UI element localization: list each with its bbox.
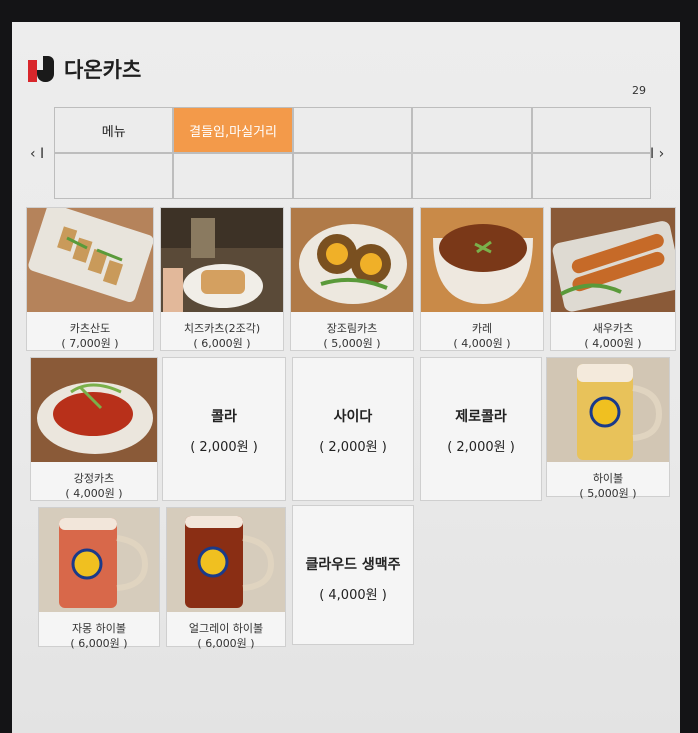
menu-item-price: ( 6,000원 ) — [70, 637, 128, 650]
menu-item-name: 제로콜라 — [455, 409, 507, 425]
menu-card-cider[interactable]: 사이다 ( 2,000원 ) — [292, 357, 414, 501]
katsu-sando-photo-icon — [27, 208, 153, 312]
menu-card-shrimp-katsu[interactable]: 새우카츠 ( 4,000원 ) — [550, 207, 676, 351]
menu-card-cheese-katsu[interactable]: 치즈카츠(2조각) ( 6,000원 ) — [160, 207, 284, 351]
brand-logo-icon — [28, 56, 54, 82]
menu-item-price: ( 5,000원 ) — [579, 487, 637, 500]
shrimp-katsu-photo-icon — [551, 208, 675, 312]
tab-empty[interactable] — [413, 154, 531, 198]
tab-empty[interactable] — [174, 154, 292, 198]
menu-item-name: 새우카츠 — [592, 322, 634, 335]
tab-menu[interactable]: 메뉴 — [55, 108, 173, 152]
menu-card-gangjeong-katsu[interactable]: 강정카츠 ( 4,000원 ) — [30, 357, 158, 501]
menu-item-price: ( 5,000원 ) — [323, 337, 381, 350]
highball-photo-icon — [547, 358, 669, 462]
menu-card-katsu-sando[interactable]: 카츠산도 ( 7,000원 ) — [26, 207, 154, 351]
menu-item-price: ( 2,000원 ) — [190, 440, 258, 455]
menu-item-name: 얼그레이 하이볼 — [188, 622, 264, 635]
tab-empty[interactable] — [293, 108, 412, 152]
menu-grid: 카츠산도 ( 7,000원 ) 치즈카츠(2조각) ( 6,000원 ) 장조림… — [26, 207, 676, 650]
tab-empty[interactable] — [532, 154, 650, 198]
menu-item-price: ( 2,000원 ) — [447, 440, 515, 455]
brand-header: 다온카츠 — [28, 54, 141, 84]
menu-item-name: 카츠산도 — [69, 322, 111, 335]
menu-item-price: ( 6,000원 ) — [193, 337, 251, 350]
gangjeong-katsu-photo-icon — [31, 358, 157, 462]
menu-item-name: 클라우드 생맥주 — [305, 557, 401, 573]
grapefruit-highball-photo-icon — [39, 508, 159, 612]
page-number: 29 — [632, 84, 646, 97]
menu-item-name: 콜라 — [211, 409, 237, 425]
menu-item-name: 카레 — [471, 322, 493, 335]
curry-photo-icon — [421, 208, 543, 312]
menu-item-name: 사이다 — [333, 409, 373, 425]
menu-card-grapefruit-highball[interactable]: 자몽 하이볼 ( 6,000원 ) — [38, 507, 160, 650]
tab-empty[interactable] — [293, 154, 412, 198]
tab-empty[interactable] — [55, 154, 173, 198]
tab-empty[interactable] — [413, 108, 531, 152]
menu-item-price: ( 4,000원 ) — [319, 588, 387, 603]
menu-card-cloud-draft-beer[interactable]: 클라우드 생맥주 ( 4,000원 ) — [292, 505, 414, 645]
menu-item-price: ( 7,000원 ) — [61, 337, 119, 350]
menu-card-curry[interactable]: 카레 ( 4,000원 ) — [420, 207, 544, 351]
menu-item-name: 장조림카츠 — [326, 322, 378, 335]
cheese-katsu-photo-icon — [161, 208, 283, 312]
tab-sides-drinks[interactable]: 결들임,마실거리 — [174, 108, 292, 152]
menu-item-name: 강정카츠 — [73, 472, 115, 485]
menu-card-earl-grey-highball[interactable]: 얼그레이 하이볼 ( 6,000원 ) — [166, 507, 286, 650]
menu-item-price: ( 4,000원 ) — [584, 337, 642, 350]
menu-item-name: 하이볼 — [592, 472, 624, 485]
next-category-arrow-icon[interactable]: I › — [650, 146, 664, 162]
menu-card-cola[interactable]: 콜라 ( 2,000원 ) — [162, 357, 286, 501]
kiosk-screen: 다온카츠 29 ‹ I I › 메뉴 결들임,마실거리 카츠산도 ( 7,000… — [12, 22, 680, 733]
menu-item-price: ( 4,000원 ) — [65, 487, 123, 500]
jangjorim-katsu-photo-icon — [291, 208, 413, 312]
menu-card-zero-cola[interactable]: 제로콜라 ( 2,000원 ) — [420, 357, 542, 501]
earl-grey-highball-photo-icon — [167, 508, 285, 612]
menu-item-price: ( 6,000원 ) — [197, 637, 255, 650]
prev-category-arrow-icon[interactable]: ‹ I — [30, 146, 44, 162]
menu-card-jangjorim-katsu[interactable]: 장조림카츠 ( 5,000원 ) — [290, 207, 414, 351]
menu-item-price: ( 2,000원 ) — [319, 440, 387, 455]
menu-item-price: ( 4,000원 ) — [453, 337, 511, 350]
menu-item-name: 자몽 하이볼 — [71, 622, 127, 635]
tab-empty[interactable] — [532, 108, 650, 152]
menu-item-name: 치즈카츠(2조각) — [183, 322, 261, 335]
brand-name: 다온카츠 — [64, 58, 142, 82]
menu-card-highball[interactable]: 하이볼 ( 5,000원 ) — [546, 357, 670, 500]
category-tabs: 메뉴 결들임,마실거리 — [54, 107, 651, 199]
